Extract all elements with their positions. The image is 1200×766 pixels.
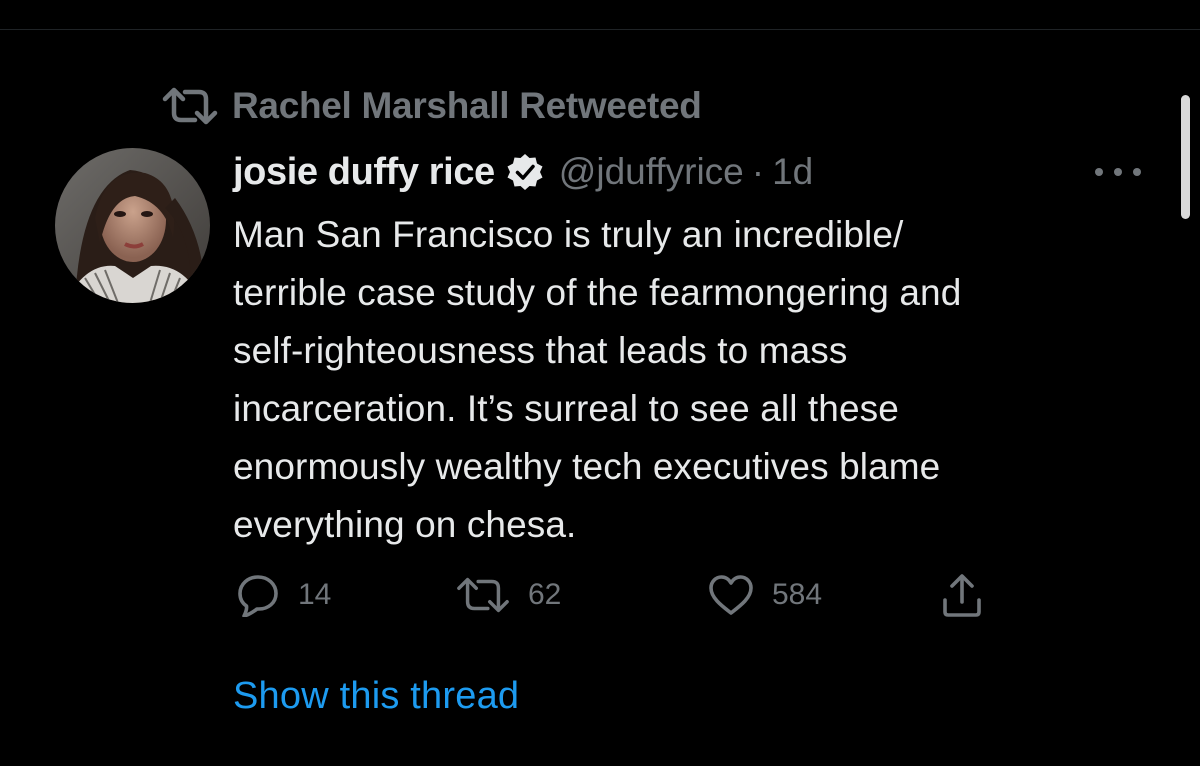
share-icon [940,572,984,618]
like-count: 584 [772,578,823,611]
retweet-context-label: Rachel Marshall Retweeted [232,85,702,126]
more-dots-icon [1095,168,1103,176]
avatar[interactable] [55,148,210,303]
tweet-text: Man San Francisco is truly an incredible… [233,206,1143,554]
heart-icon [708,574,754,616]
author-handle[interactable]: @jduffyrice [559,151,744,193]
tweet-text-line: incarceration. It’s surreal to see all t… [233,388,899,429]
retweet-context[interactable]: Rachel Marshall Retweeted [162,84,702,128]
tweet-actions: 14 62 584 [236,570,996,620]
retweet-button[interactable]: 62 [456,570,561,620]
tweet-header: josie duffy rice @jduffyrice · 1d [233,148,813,196]
tweet-text-line: everything on chesa. [233,504,577,545]
more-options-button[interactable] [1095,160,1141,184]
retweet-icon [456,575,510,615]
header-separator: · [751,151,765,192]
retweet-count: 62 [528,578,562,611]
scrollbar-thumb[interactable] [1181,95,1190,219]
share-button[interactable] [940,570,984,620]
reply-icon [236,573,280,617]
author-name[interactable]: josie duffy rice [233,151,495,194]
like-button[interactable]: 584 [708,570,822,620]
tweet-text-line: self-righteousness that leads to mass [233,330,848,371]
tweet-text-line: Man San Francisco is truly an incredible… [233,214,904,255]
tweet-timestamp[interactable]: 1d [772,151,813,193]
more-dots-icon [1114,168,1122,176]
retweet-icon [162,86,218,126]
reply-button[interactable]: 14 [236,570,331,620]
verified-badge-icon [505,152,545,192]
tweet-text-line: terrible case study of the fearmongering… [233,272,962,313]
reply-count: 14 [298,578,332,611]
show-thread-link[interactable]: Show this thread [233,675,519,718]
more-dots-icon [1133,168,1141,176]
tweet-text-line: enormously wealthy tech executives blame [233,446,941,487]
top-divider [0,29,1200,30]
